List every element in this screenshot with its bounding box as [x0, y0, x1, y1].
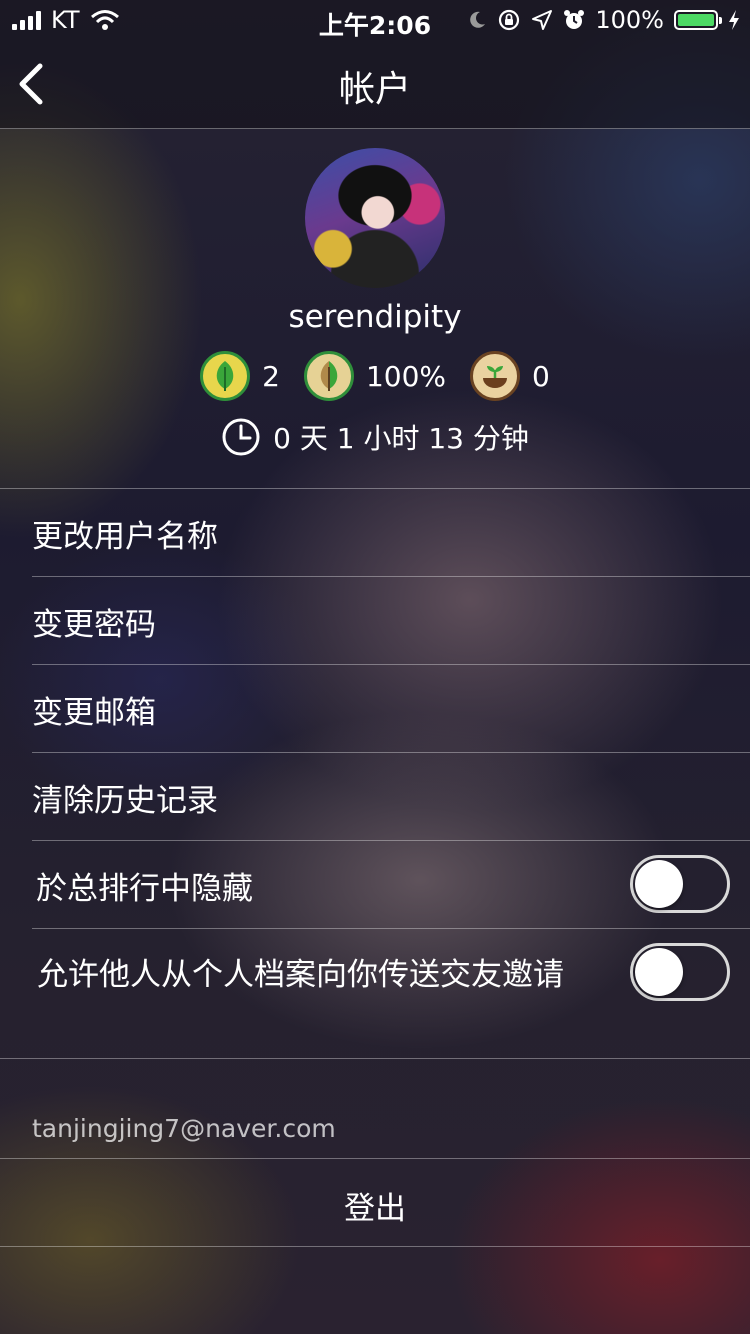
menu-item-label: 变更邮箱 [32, 695, 156, 731]
username: serendipity [288, 299, 462, 335]
stat-value: 2 [262, 359, 280, 393]
logout-button[interactable]: 登出 [0, 1158, 750, 1247]
hide-ranking-toggle[interactable] [630, 855, 730, 913]
allow-friend-invites-toggle[interactable] [630, 943, 730, 1001]
charging-icon [729, 10, 739, 30]
stats-row: 2 100% 0 [0, 351, 750, 401]
menu-item-clear-history[interactable]: 清除历史记录 [32, 753, 750, 841]
menu-item-label: 允许他人从个人档案向你传送交友邀请 [37, 957, 564, 993]
top-bar: KT 上午2:06 100% 帐户 [0, 0, 750, 129]
focus-time-row: 0 天 1 小时 13 分钟 [0, 417, 750, 457]
menu-item-change-password[interactable]: 变更密码 [32, 577, 750, 665]
half-leaf-icon [303, 351, 354, 401]
stat-success-rate: 100% [303, 351, 447, 401]
avatar[interactable] [305, 148, 445, 288]
moon-icon [470, 11, 486, 28]
clock-icon [222, 418, 260, 456]
stat-dead-trees: 0 [470, 351, 550, 401]
logout-label: 登出 [344, 1191, 406, 1227]
profile-header: serendipity 2 100% 0 0 天 1 小时 13 分钟 [0, 129, 750, 489]
menu-item-allow-friend-invites: 允许他人从个人档案向你传送交友邀请 [0, 929, 750, 1059]
menu-item-label: 变更密码 [32, 607, 156, 643]
nav-bar: 帐户 [0, 40, 750, 128]
sprout-icon [470, 351, 521, 401]
account-email: tanjingjing7@naver.com [32, 1114, 336, 1143]
menu-item-label: 更改用户名称 [32, 519, 218, 555]
menu-item-change-email[interactable]: 变更邮箱 [32, 665, 750, 753]
menu-item-change-username[interactable]: 更改用户名称 [32, 489, 750, 577]
focus-time-label: 0 天 1 小时 13 分钟 [273, 422, 529, 455]
alarm-icon [564, 10, 585, 29]
menu-item-hide-ranking: 於总排行中隐藏 [32, 841, 750, 929]
location-icon [532, 10, 553, 30]
stat-value: 100% [365, 359, 447, 393]
stat-value: 0 [532, 359, 550, 393]
menu-item-label: 於总排行中隐藏 [36, 871, 253, 907]
menu-item-label: 清除历史记录 [32, 783, 218, 819]
stat-trees: 2 [200, 351, 280, 401]
rotation-lock-icon [499, 9, 520, 31]
battery-icon [674, 10, 722, 30]
green-leaf-icon [200, 351, 251, 401]
settings-menu: 更改用户名称 变更密码 变更邮箱 清除历史记录 於总排行中隐藏 允许他人从个人档… [0, 489, 750, 1059]
status-bar: KT 上午2:06 100% [0, 0, 750, 40]
page-title: 帐户 [338, 69, 411, 110]
battery-percent: 100% [595, 6, 664, 34]
status-right: 100% [467, 6, 740, 34]
